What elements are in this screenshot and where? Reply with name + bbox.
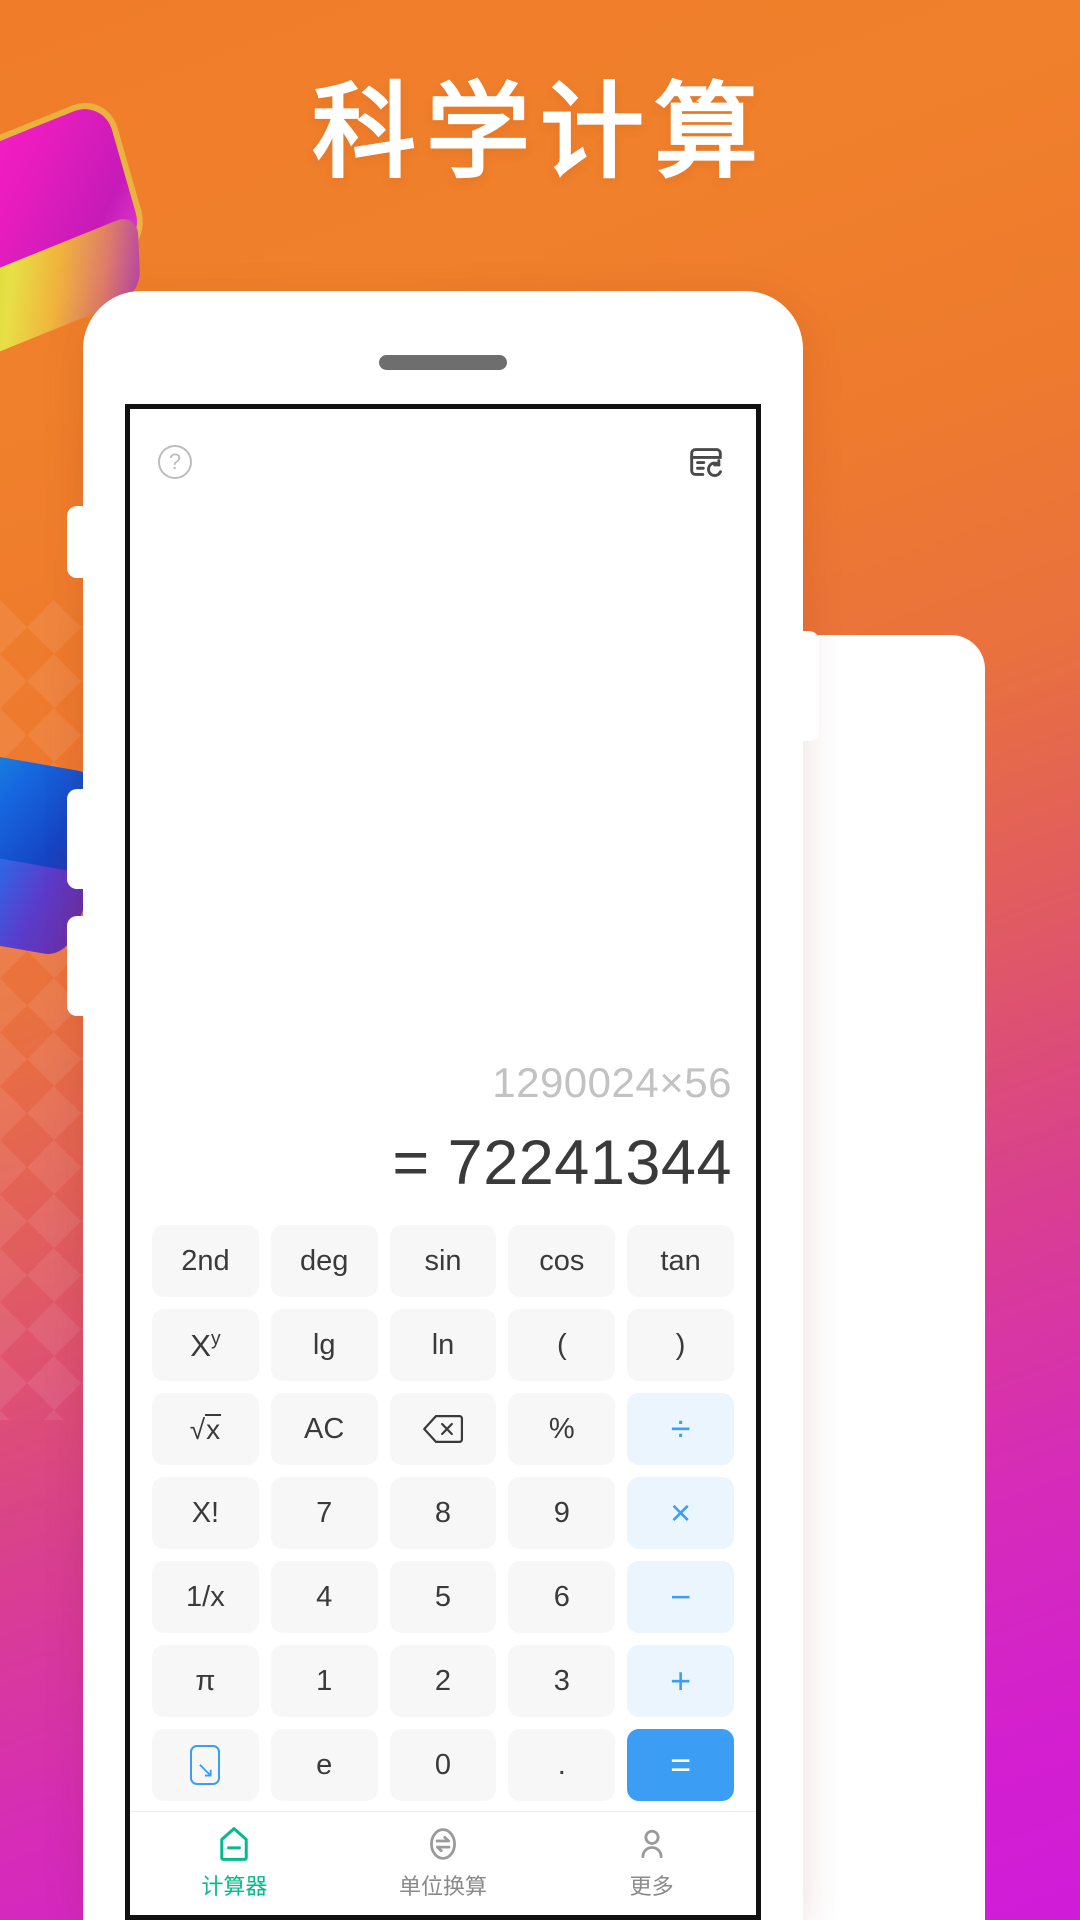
phone-mockup: ? 1290024×56 = 72241344 2nddegsincos (67, 291, 819, 1920)
key-cos[interactable]: cos (508, 1225, 616, 1297)
calculator-keypad: 2nd deg sin cos tan Xy lg ln() √x AC% ÷ X! 7 8 9 × 1/x 4 5… (130, 1225, 756, 1811)
phone-earpiece-speaker (379, 355, 507, 370)
key-factorial[interactable]: X! (152, 1477, 259, 1549)
key-all-clear[interactable]: AC (270, 1393, 378, 1465)
key-collapse[interactable]: ↘ (152, 1729, 259, 1801)
key-reciprocal[interactable]: 1/x (152, 1561, 259, 1633)
nav-unit-convert-label: 单位换算 (398, 1874, 487, 1899)
key-5[interactable]: 5 (389, 1561, 497, 1633)
key-1[interactable]: 1 (270, 1645, 378, 1717)
key-e[interactable]: e (270, 1729, 378, 1801)
nav-more[interactable]: 更多 (548, 1823, 755, 1898)
home-calculator-icon (213, 1823, 255, 1870)
key-sin[interactable]: sin (389, 1225, 497, 1297)
key-divide[interactable]: ÷ (627, 1393, 734, 1465)
expression-text: 1290024×56 (492, 1059, 732, 1106)
key-backspace[interactable] (389, 1393, 497, 1465)
key-paren-close[interactable]: ) (627, 1309, 734, 1381)
key-ln[interactable]: ln (389, 1309, 497, 1381)
nav-more-label: 更多 (629, 1874, 674, 1899)
unit-convert-icon (422, 1823, 464, 1870)
key-equals[interactable]: = (627, 1729, 734, 1801)
nav-calculator-label: 计算器 (201, 1874, 268, 1899)
calculator-display: 1290024×56 = 72241344 (130, 501, 756, 1225)
phone-side-button-mute (67, 506, 85, 578)
key-0[interactable]: 0 (389, 1729, 497, 1801)
key-8[interactable]: 8 (389, 1477, 497, 1549)
key-percent[interactable]: % (508, 1393, 616, 1465)
phone-side-button-volume-down (67, 916, 85, 1016)
result-text: = 72241344 (392, 1128, 732, 1198)
help-circle-icon[interactable]: ? (158, 445, 192, 479)
key-2nd[interactable]: 2nd (152, 1225, 259, 1297)
key-plus[interactable]: + (627, 1645, 734, 1717)
key-decimal[interactable]: . (508, 1729, 616, 1801)
key-minus[interactable]: − (627, 1561, 734, 1633)
phone-screen: ? 1290024×56 = 72241344 2nddegsincos (125, 404, 761, 1920)
key-9[interactable]: 9 (508, 1477, 616, 1549)
key-3[interactable]: 3 (508, 1645, 616, 1717)
phone-side-button-power (801, 631, 819, 741)
key-7[interactable]: 7 (270, 1477, 378, 1549)
key-pi[interactable]: π (152, 1645, 259, 1717)
phone-side-button-volume-up (67, 789, 85, 889)
key-deg[interactable]: deg (270, 1225, 378, 1297)
app-topbar: ? (130, 409, 756, 501)
key-multiply[interactable]: × (627, 1477, 734, 1549)
key-lg[interactable]: lg (270, 1309, 378, 1381)
nav-unit-convert[interactable]: 单位换算 (340, 1823, 547, 1898)
key-paren-open[interactable]: ( (508, 1309, 616, 1381)
person-icon (631, 1823, 673, 1870)
key-power[interactable]: Xy (152, 1309, 259, 1381)
key-4[interactable]: 4 (270, 1561, 378, 1633)
bottom-navigation: 计算器 单位换算 更多 (130, 1811, 756, 1915)
key-tan[interactable]: tan (627, 1225, 734, 1297)
poster-canvas: 科学计算 ? 1290024×56 = 72241344 2nd deg sin… (0, 0, 1080, 1920)
key-2[interactable]: 2 (389, 1645, 497, 1717)
collapse-arrow-icon: ↘ (190, 1745, 221, 1785)
history-record-icon[interactable] (684, 440, 728, 484)
nav-calculator[interactable]: 计算器 (131, 1823, 338, 1898)
poster-headline: 科学计算 (311, 75, 768, 191)
key-6[interactable]: 6 (508, 1561, 616, 1633)
key-sqrt[interactable]: √x (152, 1393, 259, 1465)
